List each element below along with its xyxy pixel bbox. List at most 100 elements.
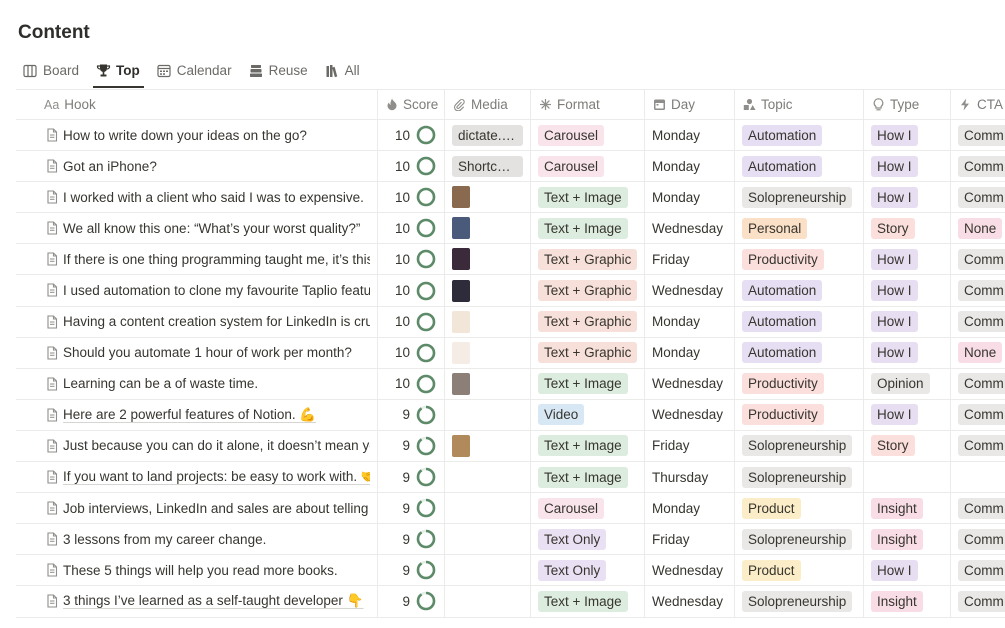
hook-cell[interactable]: Got an iPhone? — [16, 151, 378, 182]
hook-cell[interactable]: These 5 things will help you read more b… — [16, 555, 378, 586]
topic-cell[interactable]: Automation — [735, 151, 864, 182]
hook-title[interactable]: I used automation to clone my favourite … — [63, 283, 370, 298]
score-cell[interactable]: 9 — [378, 586, 445, 617]
hook-title[interactable]: Got an iPhone? — [63, 159, 157, 174]
tab-board[interactable]: Board — [14, 56, 87, 85]
score-cell[interactable]: 9 — [378, 430, 445, 462]
hook-title[interactable]: 3 things I’ve learned as a self-taught d… — [63, 593, 364, 609]
type-cell[interactable]: Story — [864, 430, 951, 462]
media-cell[interactable]: Shortcut... — [445, 151, 531, 182]
media-thumbnail[interactable] — [452, 341, 470, 364]
tab-reuse[interactable]: Reuse — [240, 56, 316, 85]
topic-cell[interactable]: Automation — [735, 337, 864, 368]
hook-title[interactable]: 3 lessons from my career change. — [63, 532, 266, 547]
topic-cell[interactable]: Solopreneurship — [735, 524, 864, 555]
day-cell[interactable]: Wednesday — [645, 275, 735, 306]
cta-cell[interactable]: Comm — [951, 244, 1005, 274]
hook-title[interactable]: Job interviews, LinkedIn and sales are a… — [63, 501, 370, 516]
media-cell[interactable] — [445, 430, 531, 462]
format-cell[interactable]: Text + Image — [531, 430, 645, 462]
day-cell[interactable]: Thursday — [645, 462, 735, 493]
type-cell[interactable]: How I — [864, 182, 951, 213]
table-row[interactable]: If you want to land projects: be easy to… — [16, 462, 1005, 494]
topic-cell[interactable]: Automation — [735, 306, 864, 337]
tab-all[interactable]: All — [316, 56, 368, 85]
score-cell[interactable]: 10 — [378, 275, 445, 306]
column-header-score[interactable]: Score — [378, 90, 445, 119]
format-cell[interactable]: Text + Graphic — [531, 275, 645, 306]
cta-cell[interactable]: Comm — [951, 586, 1005, 616]
day-cell[interactable]: Monday — [645, 493, 735, 524]
hook-cell[interactable]: We all know this one: “What’s your worst… — [16, 213, 378, 244]
media-file-chip[interactable]: Shortcut... — [452, 155, 523, 177]
media-thumbnail[interactable] — [452, 372, 470, 395]
hook-title[interactable]: Having a content creation system for Lin… — [63, 314, 370, 329]
day-cell[interactable]: Monday — [645, 306, 735, 337]
cta-cell[interactable]: Comm — [951, 275, 1005, 305]
table-row[interactable]: Having a content creation system for Lin… — [16, 306, 1005, 338]
cta-cell[interactable]: None — [951, 338, 1005, 368]
day-cell[interactable]: Friday — [645, 244, 735, 275]
score-cell[interactable]: 9 — [378, 493, 445, 524]
day-cell[interactable]: Monday — [645, 182, 735, 213]
format-cell[interactable]: Text + Image — [531, 586, 645, 617]
type-cell[interactable]: How I — [864, 399, 951, 430]
day-cell[interactable]: Wednesday — [645, 399, 735, 430]
table-row[interactable]: Learning can be a of waste time. 10 Text +… — [16, 368, 1005, 400]
cta-cell[interactable]: Comm — [951, 431, 1005, 461]
media-thumbnail[interactable] — [452, 248, 470, 271]
day-cell[interactable]: Monday — [645, 120, 735, 151]
day-cell[interactable]: Monday — [645, 337, 735, 368]
cta-cell[interactable]: Comm — [951, 151, 1005, 181]
topic-cell[interactable]: Productivity — [735, 244, 864, 275]
type-cell[interactable]: Story — [864, 213, 951, 244]
format-cell[interactable]: Carousel — [531, 120, 645, 151]
media-thumbnail[interactable] — [452, 279, 470, 302]
table-row[interactable]: How to write down your ideas on the go? 1… — [16, 120, 1005, 152]
topic-cell[interactable]: Automation — [735, 120, 864, 151]
cta-cell[interactable]: Comm — [951, 493, 1005, 523]
column-header-hook[interactable]: Aa Hook — [16, 90, 378, 119]
table-row[interactable]: These 5 things will help you read more b… — [16, 555, 1005, 587]
hook-title[interactable]: Learning can be a of waste time. — [63, 376, 258, 391]
format-cell[interactable]: Text + Image — [531, 462, 645, 493]
type-cell[interactable]: Opinion — [864, 368, 951, 399]
type-cell[interactable]: How I — [864, 120, 951, 151]
score-cell[interactable]: 10 — [378, 151, 445, 182]
score-cell[interactable]: 9 — [378, 399, 445, 430]
score-cell[interactable]: 10 — [378, 337, 445, 368]
hook-title[interactable]: These 5 things will help you read more b… — [63, 563, 338, 578]
cta-cell[interactable]: Comm — [951, 182, 1005, 212]
topic-cell[interactable]: Solopreneurship — [735, 182, 864, 213]
hook-title[interactable]: How to write down your ideas on the go? — [63, 128, 307, 143]
type-cell[interactable]: How I — [864, 555, 951, 586]
score-cell[interactable]: 10 — [378, 244, 445, 275]
format-cell[interactable]: Text Only — [531, 555, 645, 586]
table-row[interactable]: Job interviews, LinkedIn and sales are a… — [16, 493, 1005, 525]
media-cell[interactable] — [445, 306, 531, 337]
table-row[interactable]: Here are 2 powerful features of Notion. … — [16, 399, 1005, 431]
day-cell[interactable]: Monday — [645, 151, 735, 182]
format-cell[interactable]: Carousel — [531, 151, 645, 182]
media-cell[interactable] — [445, 586, 531, 617]
hook-title[interactable]: Here are 2 powerful features of Notion. … — [63, 407, 316, 423]
type-cell[interactable]: How I — [864, 275, 951, 306]
cta-cell[interactable]: Comm — [951, 400, 1005, 430]
type-cell[interactable]: How I — [864, 244, 951, 275]
topic-cell[interactable]: Solopreneurship — [735, 586, 864, 617]
hook-title[interactable]: If there is one thing programming taught… — [63, 252, 370, 267]
topic-cell[interactable]: Product — [735, 555, 864, 586]
table-row[interactable]: Just because you can do it alone, it doe… — [16, 430, 1005, 463]
type-cell[interactable]: How I — [864, 306, 951, 337]
format-cell[interactable]: Text + Graphic — [531, 306, 645, 337]
topic-cell[interactable]: Solopreneurship — [735, 430, 864, 462]
media-cell[interactable] — [445, 555, 531, 586]
type-cell[interactable] — [864, 462, 951, 493]
column-header-format[interactable]: Format — [531, 90, 645, 119]
media-cell[interactable] — [445, 244, 531, 275]
media-cell[interactable]: dictate.pdf — [445, 120, 531, 151]
table-row[interactable]: Should you automate 1 hour of work per m… — [16, 337, 1005, 369]
media-cell[interactable] — [445, 524, 531, 555]
topic-cell[interactable]: Productivity — [735, 368, 864, 399]
score-cell[interactable]: 10 — [378, 213, 445, 244]
